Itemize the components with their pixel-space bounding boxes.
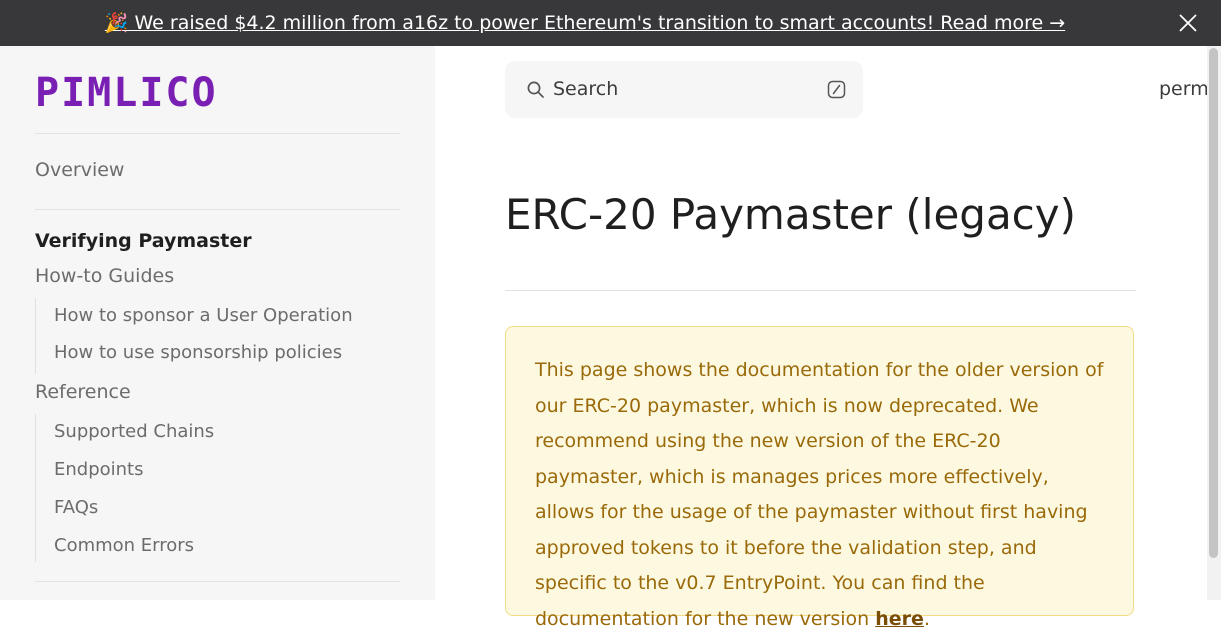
scrollbar-thumb[interactable] <box>1209 48 1218 558</box>
close-icon <box>1179 14 1197 32</box>
logo[interactable]: PIMLICO <box>35 72 299 114</box>
how-to-guides-group: How to sponsor a User Operation How to u… <box>35 298 376 374</box>
sidebar-item-endpoints[interactable]: Endpoints <box>54 459 144 480</box>
search-icon <box>527 81 544 98</box>
sidebar-item-verifying-paymaster[interactable]: Verifying Paymaster <box>35 230 252 252</box>
search-label: Search <box>553 78 619 100</box>
sidebar-item-faqs[interactable]: FAQs <box>54 497 98 518</box>
sidebar-divider <box>35 209 400 210</box>
page-title: ERC-20 Paymaster (legacy) <box>505 190 1077 239</box>
warning-body: This page shows the documentation for th… <box>535 359 1104 630</box>
sidebar: PIMLICO Overview Verifying Paymaster How… <box>0 46 435 600</box>
sidebar-item-how-to-guides[interactable]: How-to Guides <box>35 265 174 287</box>
reference-group: Supported Chains Endpoints FAQs Common E… <box>35 414 376 562</box>
sidebar-divider <box>35 133 400 134</box>
logo-text: PIMLICO <box>35 70 218 116</box>
sidebar-divider <box>35 581 400 582</box>
sidebar-item-common-errors[interactable]: Common Errors <box>54 535 194 556</box>
new-version-link[interactable]: here <box>875 608 924 630</box>
search-button[interactable]: Search <box>505 61 863 118</box>
sidebar-item-overview[interactable]: Overview <box>35 159 124 181</box>
sidebar-item-supported-chains[interactable]: Supported Chains <box>54 421 214 442</box>
sidebar-item-sponsor-user-operation[interactable]: How to sponsor a User Operation <box>54 305 353 326</box>
sidebar-item-sponsorship-policies[interactable]: How to use sponsorship policies <box>54 342 342 363</box>
page-scrollbar[interactable] <box>1207 46 1221 600</box>
topnav-link[interactable]: perm <box>1159 78 1209 100</box>
announcement-link[interactable]: 🎉 We raised $4.2 million from a16z to po… <box>0 0 1170 46</box>
slash-key-icon <box>827 80 846 99</box>
warning-text: This page shows the documentation for th… <box>535 353 1105 637</box>
deprecation-warning: This page shows the documentation for th… <box>505 326 1134 630</box>
title-divider <box>505 290 1136 291</box>
announcement-banner: 🎉 We raised $4.2 million from a16z to po… <box>0 0 1221 46</box>
close-banner-button[interactable] <box>1174 9 1202 37</box>
warning-suffix: . <box>923 607 930 630</box>
sidebar-item-reference[interactable]: Reference <box>35 381 131 403</box>
